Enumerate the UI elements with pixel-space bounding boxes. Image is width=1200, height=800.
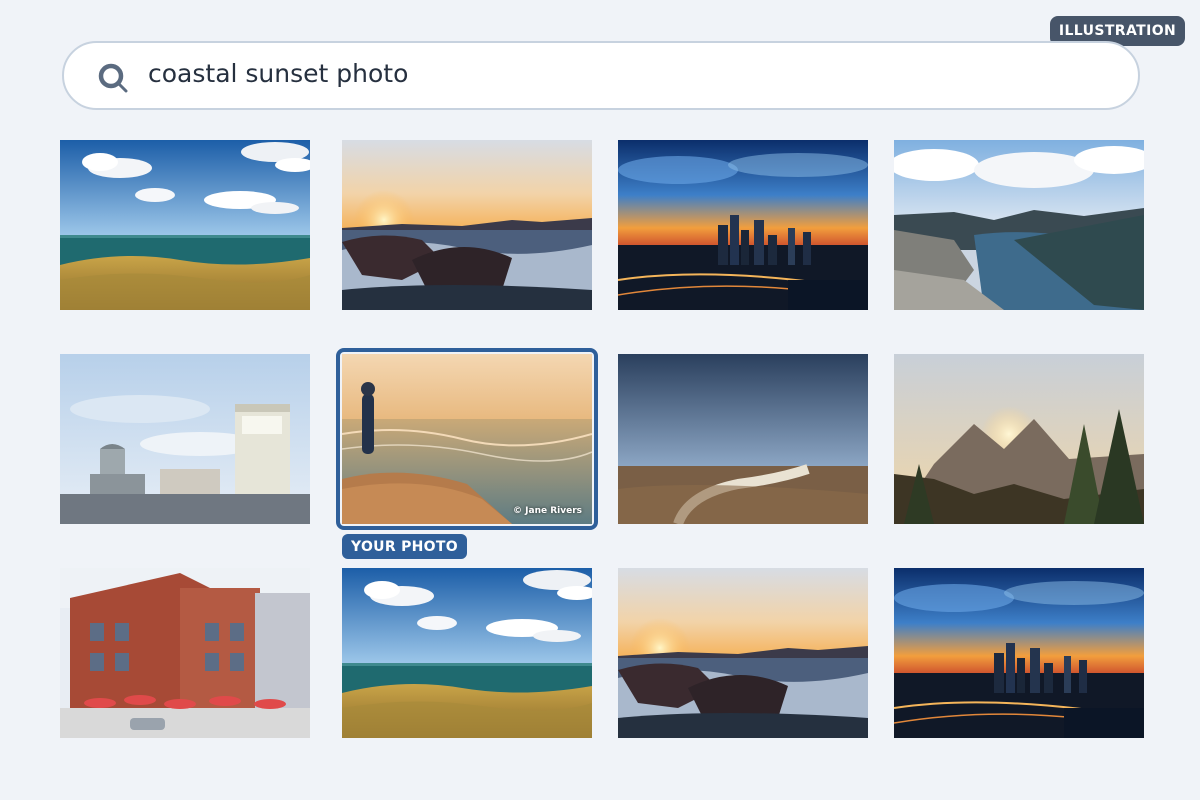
result-tile[interactable] [60,354,310,524]
result-tile[interactable] [342,568,592,738]
search-input[interactable]: coastal sunset photo [148,59,408,88]
country-road-field-image [618,354,868,524]
sunset-rocky-shore-image [342,140,592,310]
illustration-badge-label: ILLUSTRATION [1058,23,1177,39]
fjord-cliffs-image [894,140,1144,310]
industrial-silos-image [60,354,310,524]
city-sunset-aerial-image [618,140,868,310]
your-photo-tag: YOUR PHOTO [342,534,467,559]
image-search-page: ILLUSTRATION coastal sunset photo © Jane… [0,0,1200,800]
forest-sunset-mountain-image [894,354,1144,524]
result-tile[interactable] [618,354,868,524]
sunset-rocky-shore-image [618,568,868,738]
result-tile[interactable] [342,140,592,310]
brick-building-cafe-image [60,568,310,738]
city-sunset-aerial-image [894,568,1144,738]
result-tile[interactable] [894,140,1144,310]
result-tile[interactable] [618,568,868,738]
search-icon [98,63,128,93]
result-tile[interactable] [60,568,310,738]
your-photo-label: YOUR PHOTO [351,538,458,555]
result-tile-selected[interactable]: © Jane Rivers [342,354,592,524]
result-tile[interactable] [618,140,868,310]
result-tile[interactable] [894,354,1144,524]
search-bar[interactable]: coastal sunset photo [62,41,1140,110]
person-watching-surf-image [342,354,592,524]
coastal-grassland-image [60,140,310,310]
coastal-grassland-image [342,568,592,738]
result-tile[interactable] [894,568,1144,738]
photo-credit: © Jane Rivers [513,506,582,516]
result-tile[interactable] [60,140,310,310]
